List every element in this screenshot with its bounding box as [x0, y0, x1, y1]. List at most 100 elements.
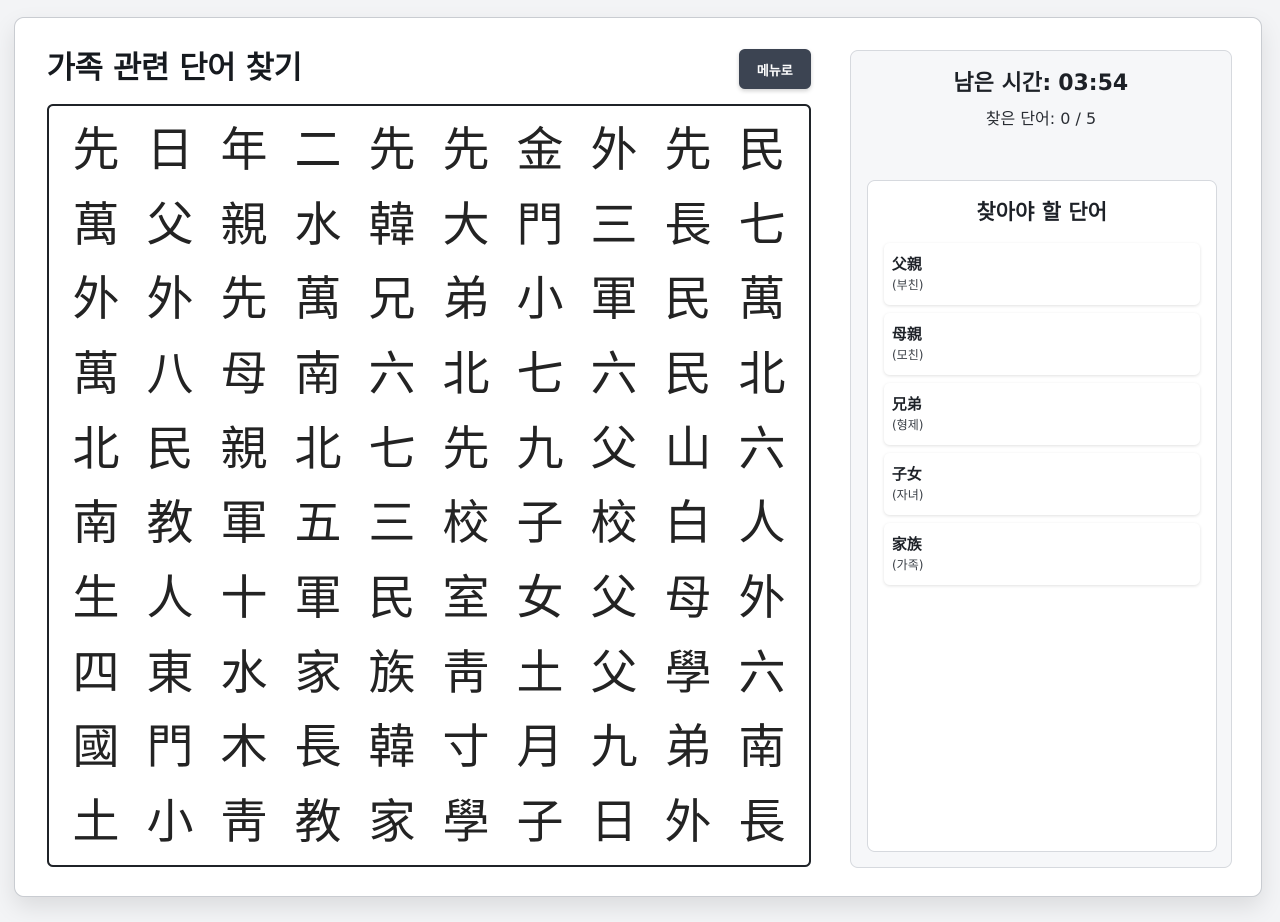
grid-cell[interactable]: 親: [207, 183, 281, 258]
grid-cell[interactable]: 家: [281, 631, 355, 706]
grid-cell[interactable]: 三: [355, 481, 429, 556]
grid-cell[interactable]: 弟: [651, 706, 725, 781]
grid-cell[interactable]: 人: [725, 481, 799, 556]
grid-cell[interactable]: 教: [281, 780, 355, 855]
grid-cell[interactable]: 民: [133, 407, 207, 482]
grid-cell[interactable]: 六: [355, 332, 429, 407]
grid-cell[interactable]: 木: [207, 706, 281, 781]
grid-cell[interactable]: 民: [651, 332, 725, 407]
grid-cell[interactable]: 家: [355, 780, 429, 855]
grid-cell[interactable]: 校: [429, 481, 503, 556]
grid-cell[interactable]: 兄: [355, 257, 429, 332]
grid-cell[interactable]: 長: [725, 780, 799, 855]
grid-cell[interactable]: 國: [59, 706, 133, 781]
menu-button[interactable]: 메뉴로: [739, 49, 811, 89]
grid-cell[interactable]: 水: [207, 631, 281, 706]
grid-cell[interactable]: 大: [429, 183, 503, 258]
grid-cell[interactable]: 門: [133, 706, 207, 781]
grid-cell[interactable]: 東: [133, 631, 207, 706]
grid-cell[interactable]: 先: [429, 407, 503, 482]
grid-cell[interactable]: 金: [503, 108, 577, 183]
grid-cell[interactable]: 先: [429, 108, 503, 183]
grid-cell[interactable]: 子: [503, 780, 577, 855]
grid-cell[interactable]: 靑: [207, 780, 281, 855]
grid-cell[interactable]: 土: [503, 631, 577, 706]
grid-cell[interactable]: 小: [503, 257, 577, 332]
grid-cell[interactable]: 父: [133, 183, 207, 258]
grid-cell[interactable]: 萬: [281, 257, 355, 332]
grid-cell[interactable]: 母: [207, 332, 281, 407]
grid-cell[interactable]: 生: [59, 556, 133, 631]
grid-cell[interactable]: 親: [207, 407, 281, 482]
grid-cell[interactable]: 韓: [355, 706, 429, 781]
grid-cell[interactable]: 女: [503, 556, 577, 631]
grid-cell[interactable]: 萬: [59, 332, 133, 407]
grid-cell[interactable]: 民: [651, 257, 725, 332]
grid-cell[interactable]: 軍: [207, 481, 281, 556]
grid-cell[interactable]: 日: [133, 108, 207, 183]
grid-cell[interactable]: 南: [281, 332, 355, 407]
grid-cell[interactable]: 七: [725, 183, 799, 258]
grid-cell[interactable]: 北: [59, 407, 133, 482]
grid-cell[interactable]: 三: [577, 183, 651, 258]
grid-cell[interactable]: 八: [133, 332, 207, 407]
grid-cell[interactable]: 軍: [281, 556, 355, 631]
grid-cell[interactable]: 軍: [577, 257, 651, 332]
grid-cell[interactable]: 子: [503, 481, 577, 556]
grid-cell[interactable]: 年: [207, 108, 281, 183]
grid-cell[interactable]: 外: [577, 108, 651, 183]
grid-cell[interactable]: 人: [133, 556, 207, 631]
grid-cell[interactable]: 學: [429, 780, 503, 855]
grid-cell[interactable]: 族: [355, 631, 429, 706]
grid-cell[interactable]: 六: [577, 332, 651, 407]
grid-cell[interactable]: 五: [281, 481, 355, 556]
grid-cell[interactable]: 弟: [429, 257, 503, 332]
grid-cell[interactable]: 教: [133, 481, 207, 556]
grid-cell[interactable]: 先: [59, 108, 133, 183]
grid-cell[interactable]: 外: [725, 556, 799, 631]
grid-cell[interactable]: 白: [651, 481, 725, 556]
grid-cell[interactable]: 父: [577, 631, 651, 706]
grid-cell[interactable]: 山: [651, 407, 725, 482]
grid-cell[interactable]: 母: [651, 556, 725, 631]
grid-cell[interactable]: 學: [651, 631, 725, 706]
grid-cell[interactable]: 水: [281, 183, 355, 258]
grid-cell[interactable]: 民: [355, 556, 429, 631]
grid-cell[interactable]: 南: [725, 706, 799, 781]
grid-cell[interactable]: 父: [577, 407, 651, 482]
grid-cell[interactable]: 校: [577, 481, 651, 556]
grid-cell[interactable]: 室: [429, 556, 503, 631]
grid-cell[interactable]: 九: [577, 706, 651, 781]
grid-cell[interactable]: 北: [429, 332, 503, 407]
grid-cell[interactable]: 長: [651, 183, 725, 258]
grid-cell[interactable]: 寸: [429, 706, 503, 781]
grid-cell[interactable]: 四: [59, 631, 133, 706]
grid-cell[interactable]: 七: [355, 407, 429, 482]
grid-cell[interactable]: 二: [281, 108, 355, 183]
grid-cell[interactable]: 靑: [429, 631, 503, 706]
grid-cell[interactable]: 先: [207, 257, 281, 332]
grid-cell[interactable]: 九: [503, 407, 577, 482]
grid-cell[interactable]: 先: [651, 108, 725, 183]
grid-cell[interactable]: 北: [725, 332, 799, 407]
grid-cell[interactable]: 土: [59, 780, 133, 855]
grid-cell[interactable]: 門: [503, 183, 577, 258]
grid-cell[interactable]: 萬: [59, 183, 133, 258]
grid-cell[interactable]: 南: [59, 481, 133, 556]
grid-cell[interactable]: 小: [133, 780, 207, 855]
grid-cell[interactable]: 外: [133, 257, 207, 332]
grid-cell[interactable]: 北: [281, 407, 355, 482]
grid-cell[interactable]: 日: [577, 780, 651, 855]
grid-cell[interactable]: 月: [503, 706, 577, 781]
grid-cell[interactable]: 韓: [355, 183, 429, 258]
grid-cell[interactable]: 十: [207, 556, 281, 631]
grid-cell[interactable]: 七: [503, 332, 577, 407]
grid-cell[interactable]: 外: [59, 257, 133, 332]
grid-cell[interactable]: 六: [725, 631, 799, 706]
grid-cell[interactable]: 先: [355, 108, 429, 183]
grid-cell[interactable]: 民: [725, 108, 799, 183]
grid-cell[interactable]: 六: [725, 407, 799, 482]
grid-cell[interactable]: 外: [651, 780, 725, 855]
grid-cell[interactable]: 長: [281, 706, 355, 781]
grid-cell[interactable]: 萬: [725, 257, 799, 332]
